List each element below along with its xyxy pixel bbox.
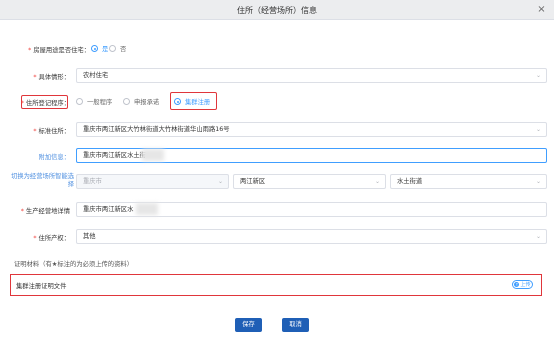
city-select[interactable]: 重庆市 ⌄: [76, 174, 229, 189]
property-select[interactable]: 其他 ⌄: [76, 229, 547, 244]
radio-unchecked-icon: [76, 98, 83, 105]
chevron-down-icon: ⌄: [374, 178, 380, 185]
radio-registration-general[interactable]: 一般程序: [76, 97, 112, 106]
upload-icon: ↑: [514, 282, 520, 287]
standard-address-select[interactable]: 重庆市两江新区大竹林街道大竹林街道华山雨路16号 ⌄: [76, 122, 547, 137]
proof-item-name: 集群注册证明文件: [16, 283, 67, 290]
radio-residential-yes[interactable]: 是: [91, 44, 108, 53]
redaction-blur: [136, 203, 158, 215]
chevron-down-icon: ⌄: [535, 72, 541, 79]
production-address-label: * 生产经营地详情: [20, 208, 70, 215]
chevron-down-icon: ⌄: [535, 233, 541, 240]
dialog-title: 住所（经营场所）信息: [237, 6, 317, 15]
save-button[interactable]: 保存: [235, 318, 262, 332]
radio-residential-no[interactable]: 否: [109, 44, 126, 53]
radio-checked-icon: [174, 98, 181, 105]
cancel-button[interactable]: 取消: [282, 318, 309, 332]
situation-select[interactable]: 农村住宅 ⌄: [76, 68, 547, 83]
standard-address-label: * 标准住所：: [33, 128, 70, 135]
upload-button[interactable]: ↑ 上传: [512, 280, 533, 289]
property-label: * 住所产权：: [33, 235, 70, 242]
district-select[interactable]: 两江新区 ⌄: [233, 174, 386, 189]
proof-item-row: 集群注册证明文件 ↑ 上传: [10, 274, 542, 296]
chevron-down-icon: ⌄: [217, 178, 223, 185]
redaction-blur: [142, 149, 164, 161]
address-dialog: 住所（经营场所）信息 × * 房屋用途是否住宅： 是 否 * 具体情形： 农村住…: [0, 0, 554, 344]
radio-checked-icon: [91, 45, 98, 52]
radio-registration-commitment[interactable]: 申报承诺: [123, 97, 159, 106]
radio-unchecked-icon: [109, 45, 116, 52]
is-residential-label: * 房屋用途是否住宅：: [28, 47, 90, 54]
dialog-header: 住所（经营场所）信息 ×: [0, 0, 554, 20]
chevron-down-icon: ⌄: [535, 126, 541, 133]
registration-label: * 住所登记程序：: [20, 100, 70, 107]
street-select[interactable]: 水土街道 ⌄: [390, 174, 547, 189]
radio-registration-cluster[interactable]: 集群注册: [174, 97, 210, 106]
extra-info-label: 附加信息：: [38, 154, 70, 161]
radio-unchecked-icon: [123, 98, 130, 105]
close-icon[interactable]: ×: [536, 4, 547, 15]
chevron-down-icon: ⌄: [535, 178, 541, 185]
situation-label: * 具体情形：: [33, 74, 70, 81]
smart-select-label[interactable]: 切换为经营场所智能选择: [6, 173, 74, 189]
proof-section-title: 证明材料（有★标注的为必须上传的资料）: [14, 261, 133, 268]
